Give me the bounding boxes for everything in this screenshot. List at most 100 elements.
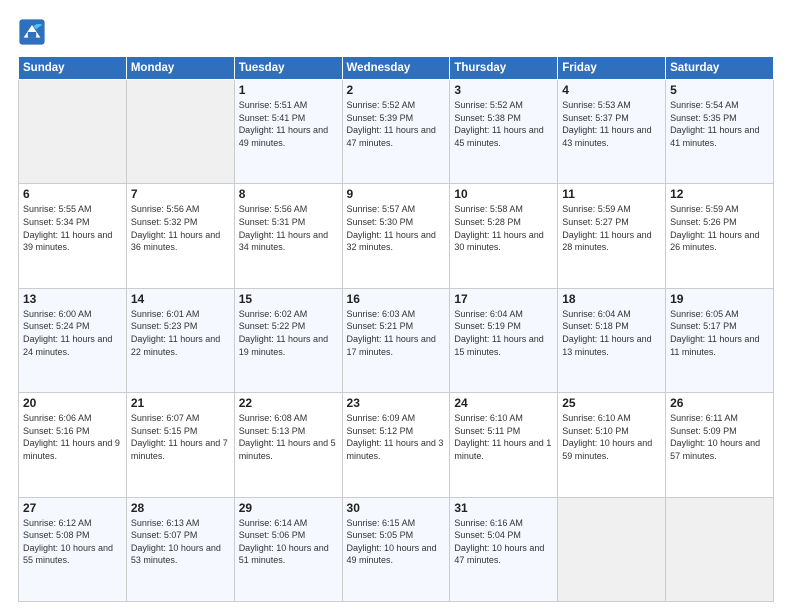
day-number: 28 xyxy=(131,501,230,515)
calendar: SundayMondayTuesdayWednesdayThursdayFrid… xyxy=(18,56,774,602)
day-cell: 12 Sunrise: 5:59 AM Sunset: 5:26 PM Dayli… xyxy=(666,184,774,288)
day-number: 29 xyxy=(239,501,338,515)
day-info: Sunrise: 6:02 AM Sunset: 5:22 PM Dayligh… xyxy=(239,308,338,358)
day-cell: 4 Sunrise: 5:53 AM Sunset: 5:37 PM Daylig… xyxy=(558,80,666,184)
day-info: Sunrise: 6:01 AM Sunset: 5:23 PM Dayligh… xyxy=(131,308,230,358)
day-number: 11 xyxy=(562,187,661,201)
day-cell: 1 Sunrise: 5:51 AM Sunset: 5:41 PM Daylig… xyxy=(234,80,342,184)
weekday-header-sunday: Sunday xyxy=(19,57,127,80)
day-number: 30 xyxy=(347,501,446,515)
day-cell: 26Sunrise: 6:11 AM Sunset: 5:09 PM Dayli… xyxy=(666,393,774,497)
day-number: 27 xyxy=(23,501,122,515)
day-number: 15 xyxy=(239,292,338,306)
day-cell xyxy=(126,80,234,184)
day-cell: 10Sunrise: 5:58 AM Sunset: 5:28 PM Dayli… xyxy=(450,184,558,288)
day-cell: 24 Sunrise: 6:10 AM Sunset: 5:11 PM Dayli… xyxy=(450,393,558,497)
day-cell xyxy=(666,497,774,601)
day-number: 3 xyxy=(454,83,553,97)
day-cell: 9Sunrise: 5:57 AM Sunset: 5:30 PM Daylig… xyxy=(342,184,450,288)
day-number: 19 xyxy=(670,292,769,306)
day-cell: 13 Sunrise: 6:00 AM Sunset: 5:24 PM Dayli… xyxy=(19,288,127,392)
day-info: Sunrise: 6:03 AM Sunset: 5:21 PM Dayligh… xyxy=(347,308,446,358)
day-info: Sunrise: 6:05 AM Sunset: 5:17 PM Dayligh… xyxy=(670,308,769,358)
day-cell xyxy=(558,497,666,601)
day-info: Sunrise: 5:59 AM Sunset: 5:26 PM Dayligh… xyxy=(670,203,769,253)
day-cell: 23 Sunrise: 6:09 AM Sunset: 5:12 PM Dayli… xyxy=(342,393,450,497)
day-cell: 29 Sunrise: 6:14 AM Sunset: 5:06 PM Dayli… xyxy=(234,497,342,601)
day-info: Sunrise: 5:52 AM Sunset: 5:38 PM Dayligh… xyxy=(454,99,553,149)
day-cell: 20 Sunrise: 6:06 AM Sunset: 5:16 PM Dayli… xyxy=(19,393,127,497)
day-cell: 27Sunrise: 6:12 AM Sunset: 5:08 PM Dayli… xyxy=(19,497,127,601)
day-number: 1 xyxy=(239,83,338,97)
week-row-3: 13 Sunrise: 6:00 AM Sunset: 5:24 PM Dayli… xyxy=(19,288,774,392)
day-info: Sunrise: 6:08 AM Sunset: 5:13 PM Dayligh… xyxy=(239,412,338,462)
day-number: 22 xyxy=(239,396,338,410)
day-number: 5 xyxy=(670,83,769,97)
day-info: Sunrise: 5:53 AM Sunset: 5:37 PM Dayligh… xyxy=(562,99,661,149)
day-info: Sunrise: 6:00 AM Sunset: 5:24 PM Dayligh… xyxy=(23,308,122,358)
day-info: Sunrise: 5:52 AM Sunset: 5:39 PM Dayligh… xyxy=(347,99,446,149)
day-number: 12 xyxy=(670,187,769,201)
day-info: Sunrise: 6:04 AM Sunset: 5:19 PM Dayligh… xyxy=(454,308,553,358)
day-number: 7 xyxy=(131,187,230,201)
day-number: 2 xyxy=(347,83,446,97)
day-info: Sunrise: 6:07 AM Sunset: 5:15 PM Dayligh… xyxy=(131,412,230,462)
day-number: 20 xyxy=(23,396,122,410)
day-number: 6 xyxy=(23,187,122,201)
day-info: Sunrise: 6:10 AM Sunset: 5:10 PM Dayligh… xyxy=(562,412,661,462)
day-number: 18 xyxy=(562,292,661,306)
week-row-5: 27Sunrise: 6:12 AM Sunset: 5:08 PM Dayli… xyxy=(19,497,774,601)
day-cell xyxy=(19,80,127,184)
day-number: 25 xyxy=(562,396,661,410)
day-info: Sunrise: 6:04 AM Sunset: 5:18 PM Dayligh… xyxy=(562,308,661,358)
day-info: Sunrise: 6:14 AM Sunset: 5:06 PM Dayligh… xyxy=(239,517,338,567)
day-info: Sunrise: 5:54 AM Sunset: 5:35 PM Dayligh… xyxy=(670,99,769,149)
day-info: Sunrise: 5:57 AM Sunset: 5:30 PM Dayligh… xyxy=(347,203,446,253)
day-cell: 6 Sunrise: 5:55 AM Sunset: 5:34 PM Daylig… xyxy=(19,184,127,288)
logo-icon xyxy=(18,18,46,46)
day-cell: 28 Sunrise: 6:13 AM Sunset: 5:07 PM Dayli… xyxy=(126,497,234,601)
day-number: 14 xyxy=(131,292,230,306)
day-cell: 19 Sunrise: 6:05 AM Sunset: 5:17 PM Dayli… xyxy=(666,288,774,392)
weekday-header-wednesday: Wednesday xyxy=(342,57,450,80)
day-info: Sunrise: 5:55 AM Sunset: 5:34 PM Dayligh… xyxy=(23,203,122,253)
week-row-2: 6 Sunrise: 5:55 AM Sunset: 5:34 PM Daylig… xyxy=(19,184,774,288)
day-cell: 18 Sunrise: 6:04 AM Sunset: 5:18 PM Dayli… xyxy=(558,288,666,392)
week-row-1: 1 Sunrise: 5:51 AM Sunset: 5:41 PM Daylig… xyxy=(19,80,774,184)
day-cell: 5 Sunrise: 5:54 AM Sunset: 5:35 PM Daylig… xyxy=(666,80,774,184)
day-info: Sunrise: 6:13 AM Sunset: 5:07 PM Dayligh… xyxy=(131,517,230,567)
page: SundayMondayTuesdayWednesdayThursdayFrid… xyxy=(0,0,792,612)
day-info: Sunrise: 5:51 AM Sunset: 5:41 PM Dayligh… xyxy=(239,99,338,149)
day-number: 16 xyxy=(347,292,446,306)
week-row-4: 20 Sunrise: 6:06 AM Sunset: 5:16 PM Dayli… xyxy=(19,393,774,497)
day-number: 21 xyxy=(131,396,230,410)
day-info: Sunrise: 6:09 AM Sunset: 5:12 PM Dayligh… xyxy=(347,412,446,462)
day-number: 24 xyxy=(454,396,553,410)
day-cell: 21 Sunrise: 6:07 AM Sunset: 5:15 PM Dayli… xyxy=(126,393,234,497)
day-cell: 3 Sunrise: 5:52 AM Sunset: 5:38 PM Daylig… xyxy=(450,80,558,184)
day-info: Sunrise: 6:11 AM Sunset: 5:09 PM Dayligh… xyxy=(670,412,769,462)
weekday-header-thursday: Thursday xyxy=(450,57,558,80)
day-cell: 2 Sunrise: 5:52 AM Sunset: 5:39 PM Daylig… xyxy=(342,80,450,184)
day-number: 23 xyxy=(347,396,446,410)
logo xyxy=(18,18,50,46)
day-number: 8 xyxy=(239,187,338,201)
weekday-header-saturday: Saturday xyxy=(666,57,774,80)
weekday-header-friday: Friday xyxy=(558,57,666,80)
day-number: 17 xyxy=(454,292,553,306)
day-info: Sunrise: 6:06 AM Sunset: 5:16 PM Dayligh… xyxy=(23,412,122,462)
day-cell: 16 Sunrise: 6:03 AM Sunset: 5:21 PM Dayli… xyxy=(342,288,450,392)
day-number: 13 xyxy=(23,292,122,306)
day-info: Sunrise: 6:10 AM Sunset: 5:11 PM Dayligh… xyxy=(454,412,553,462)
day-cell: 7Sunrise: 5:56 AM Sunset: 5:32 PM Daylig… xyxy=(126,184,234,288)
day-cell: 22 Sunrise: 6:08 AM Sunset: 5:13 PM Dayli… xyxy=(234,393,342,497)
day-info: Sunrise: 5:59 AM Sunset: 5:27 PM Dayligh… xyxy=(562,203,661,253)
weekday-header-tuesday: Tuesday xyxy=(234,57,342,80)
day-cell: 25 Sunrise: 6:10 AM Sunset: 5:10 PM Dayli… xyxy=(558,393,666,497)
day-number: 10 xyxy=(454,187,553,201)
weekday-header-row: SundayMondayTuesdayWednesdayThursdayFrid… xyxy=(19,57,774,80)
day-info: Sunrise: 6:16 AM Sunset: 5:04 PM Dayligh… xyxy=(454,517,553,567)
day-info: Sunrise: 5:56 AM Sunset: 5:31 PM Dayligh… xyxy=(239,203,338,253)
day-cell: 31Sunrise: 6:16 AM Sunset: 5:04 PM Dayli… xyxy=(450,497,558,601)
day-number: 4 xyxy=(562,83,661,97)
